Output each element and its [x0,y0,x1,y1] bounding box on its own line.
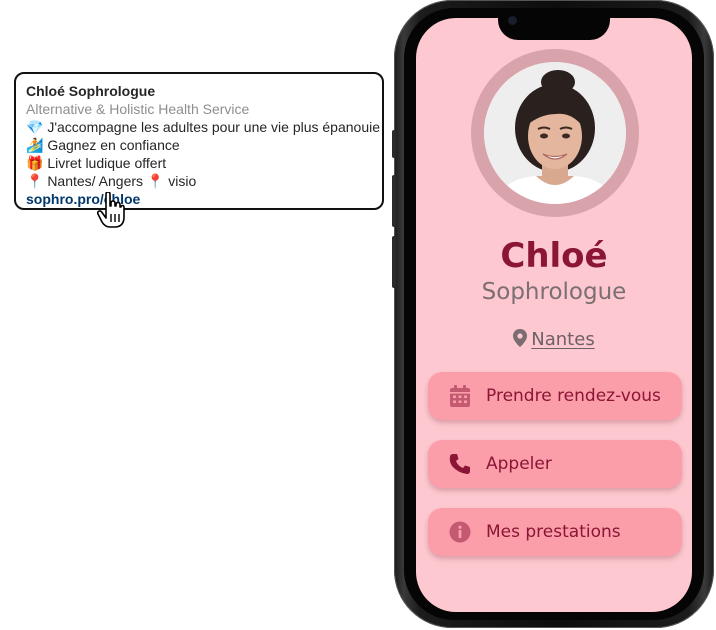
profile-title: Sophrologue [481,279,627,305]
book-appointment-label: Prendre rendez-vous [486,386,661,406]
profile-name: Chloé [500,236,608,276]
location-link[interactable]: Nantes [531,329,594,350]
map-pin-icon [513,329,528,347]
services-label: Mes prestations [486,522,621,542]
card-bio-line: 🎁 Livret ludique offert [26,155,167,171]
phone-side-button [392,175,396,227]
card-bio-line: 💎 J'accompagne les adultes pour une vie … [26,119,380,135]
stage: Chloé Sophrologue Nantes Prendre rendez-… [0,0,716,630]
services-button[interactable]: Mes prestations [428,508,682,556]
calendar-icon [448,384,472,408]
profile-location[interactable]: Nantes [416,329,692,350]
call-button[interactable]: Appeler [428,440,682,488]
card-link[interactable]: sophro.pro/chloe [26,190,372,208]
avatar-portrait-icon [484,62,626,204]
social-profile-card: Chloé Sophrologue Alternative & Holistic… [14,72,384,210]
card-bio-line: 📍 Nantes/ Angers 📍 visio [26,173,197,189]
phone-side-button [392,236,396,288]
book-appointment-button[interactable]: Prendre rendez-vous [428,372,682,420]
phone-icon [448,452,472,476]
call-label: Appeler [486,454,552,474]
camera-icon [508,16,517,25]
hand-pointer-icon [97,192,125,228]
card-category: Alternative & Holistic Health Service [26,101,250,117]
info-icon [448,520,472,544]
card-profile-name: Chloé Sophrologue [26,83,156,99]
card-bio-line: 🏄 Gagnez en confiance [26,137,180,153]
phone-side-button [392,130,396,158]
avatar [484,62,626,204]
